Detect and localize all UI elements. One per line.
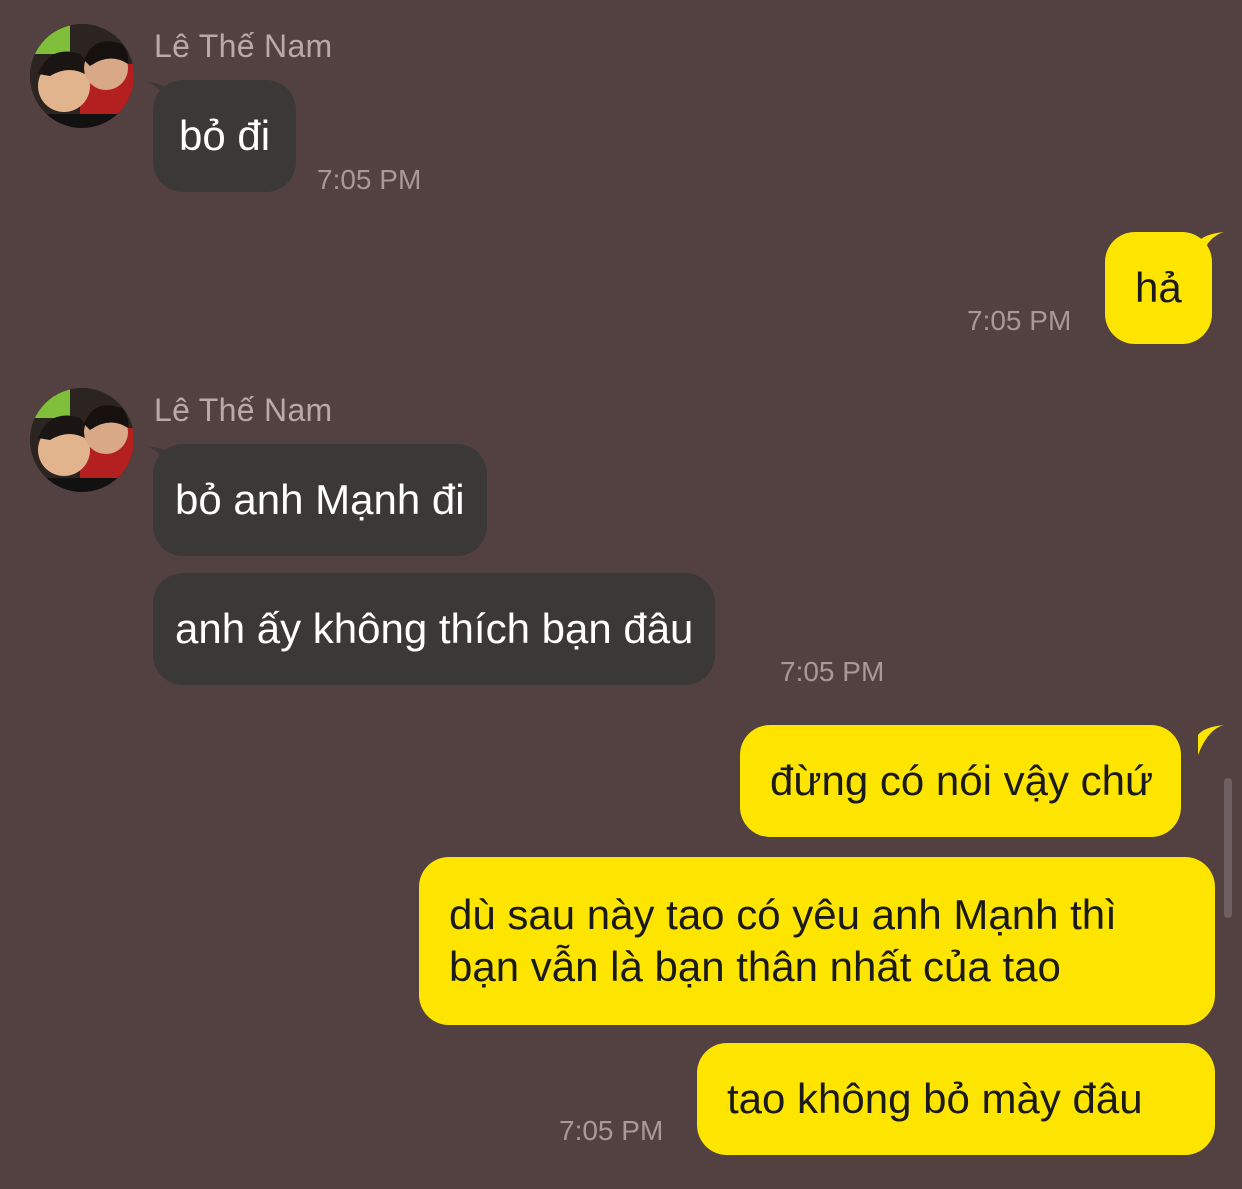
scrollbar[interactable] [1224,778,1232,918]
message-bubble-outgoing[interactable]: dù sau này tao có yêu anh Mạnh thì bạn v… [419,857,1215,1025]
message-timestamp: 7:05 PM [780,656,885,687]
sender-avatar[interactable] [30,24,134,128]
message-line: bạn vẫn là bạn thân nhất của tao [449,943,1061,990]
sender-name: Lê Thế Nam [154,28,333,64]
message-bubble-incoming[interactable]: anh ấy không thích bạn đâu [153,573,716,685]
chat-screen: Lê Thế Nam bỏ đi 7:05 PM hả 7:05 PM Lê T… [0,0,1242,1189]
message-timestamp: 7:05 PM [967,305,1072,336]
message-bubble-outgoing[interactable]: đừng có nói vậy chứ [740,725,1182,837]
bubble-tail [1198,725,1224,755]
message-line: dù sau này tao có yêu anh Mạnh thì [449,891,1117,938]
bubble-tail [1198,232,1224,262]
message-bubble-incoming[interactable]: bỏ đi [153,80,297,192]
message-timestamp: 7:05 PM [317,164,422,195]
sender-avatar[interactable] [30,388,134,492]
message-bubble-incoming[interactable]: bỏ anh Mạnh đi [153,444,487,556]
message-bubble-outgoing[interactable]: hả [1105,232,1212,344]
sender-name: Lê Thế Nam [154,392,333,428]
message-bubble-outgoing[interactable]: tao không bỏ mày đâu [697,1043,1215,1155]
message-timestamp: 7:05 PM [559,1115,664,1146]
